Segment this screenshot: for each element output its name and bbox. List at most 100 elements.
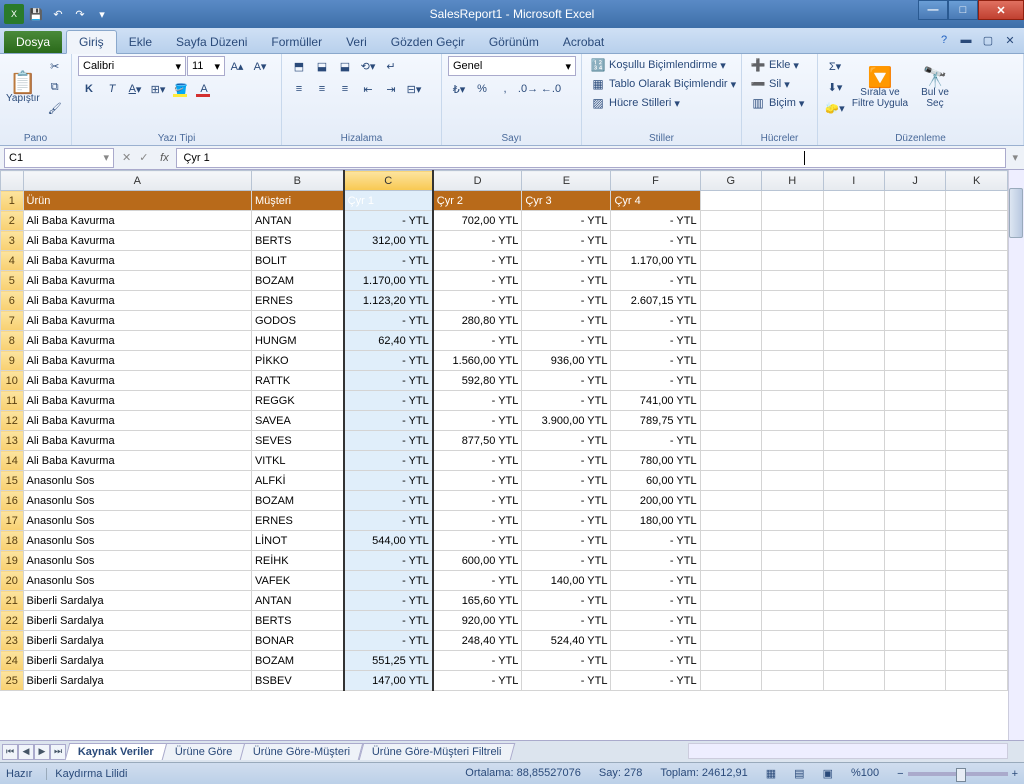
cell[interactable] (946, 291, 1008, 311)
cell[interactable] (700, 251, 761, 271)
name-box[interactable]: C1▾ (4, 148, 114, 168)
underline-button[interactable]: A▾ (124, 79, 146, 99)
font-size-combo[interactable]: 11▾ (187, 56, 225, 76)
cell[interactable] (946, 651, 1008, 671)
align-right-icon[interactable]: ≡ (334, 79, 356, 99)
next-sheet-icon[interactable]: ▶ (34, 744, 50, 760)
cell[interactable]: - YTL (611, 671, 700, 691)
select-all-corner[interactable] (1, 171, 24, 191)
col-header-D[interactable]: D (433, 171, 522, 191)
cell[interactable] (762, 591, 823, 611)
cell[interactable]: BOZAM (251, 491, 343, 511)
cell[interactable] (946, 471, 1008, 491)
cell[interactable] (823, 611, 884, 631)
cell[interactable]: - YTL (522, 671, 611, 691)
number-format-combo[interactable]: Genel▾ (448, 56, 576, 76)
cell[interactable]: - YTL (522, 531, 611, 551)
restore-workbook-icon[interactable]: ▢ (980, 32, 996, 48)
cell[interactable]: 62,40 YTL (344, 331, 433, 351)
cell[interactable] (823, 271, 884, 291)
cell[interactable] (700, 411, 761, 431)
cell[interactable]: - YTL (522, 251, 611, 271)
cell[interactable] (700, 371, 761, 391)
header-cell[interactable] (946, 191, 1008, 211)
col-header-G[interactable]: G (700, 171, 761, 191)
row-header-5[interactable]: 5 (1, 271, 24, 291)
cell[interactable]: RATTK (251, 371, 343, 391)
italic-button[interactable]: T (101, 79, 123, 99)
cell[interactable] (823, 311, 884, 331)
row-header-19[interactable]: 19 (1, 551, 24, 571)
fill-color-button[interactable]: 🪣 (170, 79, 192, 99)
cell[interactable] (762, 631, 823, 651)
cell[interactable] (700, 451, 761, 471)
cell[interactable] (823, 291, 884, 311)
cell[interactable]: - YTL (611, 431, 700, 451)
cell[interactable]: Ali Baba Kavurma (23, 291, 251, 311)
cell-styles-button[interactable]: ▨Hücre Stilleri ▾ (588, 94, 682, 112)
row-header-7[interactable]: 7 (1, 311, 24, 331)
cell[interactable]: ANTAN (251, 591, 343, 611)
cell[interactable] (700, 611, 761, 631)
cell[interactable] (762, 251, 823, 271)
cell[interactable] (884, 211, 945, 231)
cell[interactable]: 140,00 YTL (522, 571, 611, 591)
header-cell[interactable] (762, 191, 823, 211)
maximize-button[interactable]: □ (948, 0, 978, 20)
sheet-tab-kaynak-veriler[interactable]: Kaynak Veriler (65, 743, 167, 760)
header-cell[interactable]: Çyr 1 (344, 191, 433, 211)
cell[interactable]: - YTL (611, 331, 700, 351)
cell[interactable]: - YTL (344, 391, 433, 411)
cell[interactable] (700, 651, 761, 671)
cell[interactable]: HUNGM (251, 331, 343, 351)
view-normal-icon[interactable]: ▦ (766, 767, 776, 780)
cell[interactable] (884, 591, 945, 611)
cell[interactable] (762, 231, 823, 251)
cell[interactable] (762, 451, 823, 471)
tab-acrobat[interactable]: Acrobat (551, 31, 616, 53)
row-header-3[interactable]: 3 (1, 231, 24, 251)
cell[interactable] (946, 391, 1008, 411)
cell[interactable] (884, 611, 945, 631)
cell[interactable]: Ali Baba Kavurma (23, 231, 251, 251)
cell[interactable] (823, 511, 884, 531)
increase-indent-icon[interactable]: ⇥ (380, 79, 402, 99)
cell[interactable]: Anasonlu Sos (23, 531, 251, 551)
cell[interactable]: 1.560,00 YTL (433, 351, 522, 371)
cell[interactable]: - YTL (433, 411, 522, 431)
copy-icon[interactable]: ⧉ (44, 77, 66, 97)
cell[interactable]: 165,60 YTL (433, 591, 522, 611)
cell[interactable]: - YTL (611, 611, 700, 631)
cell[interactable]: Ali Baba Kavurma (23, 391, 251, 411)
cell[interactable]: 3.900,00 YTL (522, 411, 611, 431)
cell[interactable] (823, 491, 884, 511)
cell[interactable] (762, 351, 823, 371)
cell[interactable]: - YTL (433, 471, 522, 491)
cell[interactable]: REGGK (251, 391, 343, 411)
tab-file[interactable]: Dosya (4, 31, 62, 53)
cell[interactable]: 524,40 YTL (522, 631, 611, 651)
cell[interactable] (700, 631, 761, 651)
cell[interactable] (700, 471, 761, 491)
cell[interactable]: - YTL (344, 471, 433, 491)
cell[interactable]: 248,40 YTL (433, 631, 522, 651)
cell[interactable] (762, 471, 823, 491)
cell[interactable] (946, 491, 1008, 511)
excel-icon[interactable]: X (4, 4, 24, 24)
cell[interactable] (700, 531, 761, 551)
cell[interactable] (884, 271, 945, 291)
row-header-4[interactable]: 4 (1, 251, 24, 271)
col-header-J[interactable]: J (884, 171, 945, 191)
cell[interactable]: - YTL (522, 311, 611, 331)
zoom-level[interactable]: %100 (851, 767, 879, 780)
close-button[interactable]: ✕ (978, 0, 1024, 20)
minimize-ribbon-icon[interactable]: ▬ (958, 32, 974, 48)
col-header-A[interactable]: A (23, 171, 251, 191)
cell[interactable]: ERNES (251, 291, 343, 311)
cell[interactable]: Ali Baba Kavurma (23, 431, 251, 451)
insert-cells-button[interactable]: ➕Ekle ▾ (748, 56, 801, 74)
cell[interactable]: - YTL (344, 411, 433, 431)
formula-input[interactable]: Çyr 1 (176, 148, 1006, 168)
cell[interactable]: Ali Baba Kavurma (23, 271, 251, 291)
cell[interactable]: Ali Baba Kavurma (23, 371, 251, 391)
